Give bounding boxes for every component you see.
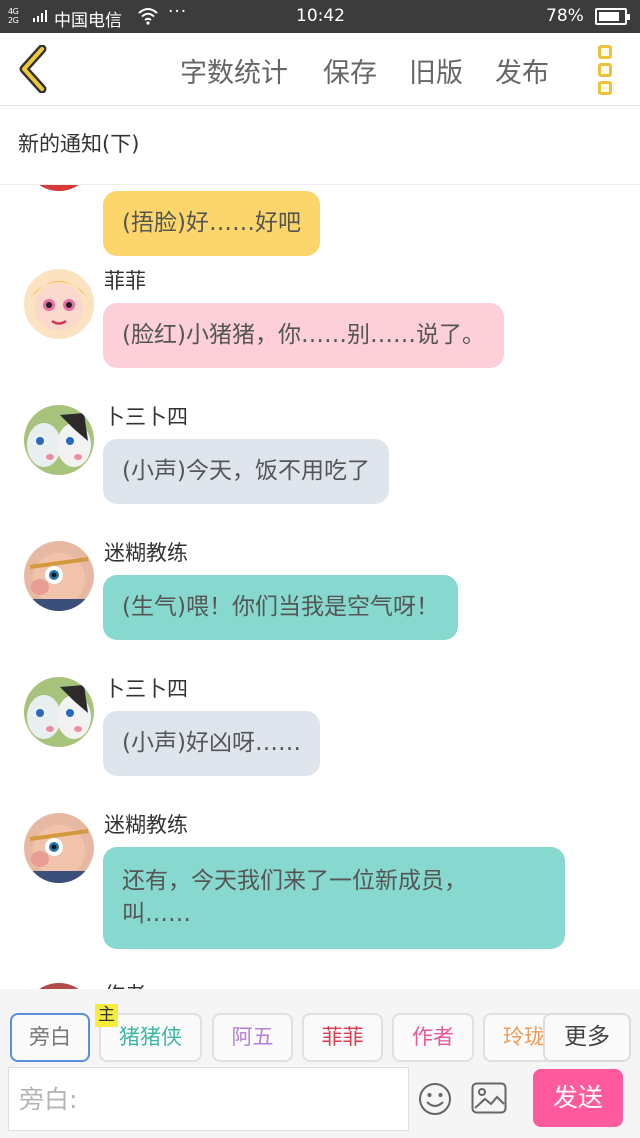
speaker-name: 卜三卜四 [104,677,188,701]
top-toolbar: 字数统计 保存 旧版 发布 [0,33,640,106]
role-awu[interactable]: 阿五 [212,1013,293,1062]
role-label: 菲菲 [321,1025,364,1049]
avatar-busanbusi[interactable] [24,677,94,747]
speaker-name: 卜三卜四 [104,405,188,429]
speaker-name: 作者 [104,979,146,989]
chat-list[interactable]: (捂脸)好……好吧 菲菲 (脸红)小猪猪，你……别……说了。 卜三卜四 (小声)… [0,185,640,989]
avatar-mihu-coach[interactable] [24,541,94,611]
message-bubble[interactable]: (小声)今天，饭不用吃了 [103,439,389,504]
speaker-name: 菲菲 [104,269,146,293]
speaker-name: 迷糊教练 [104,813,188,837]
avatar-mihu-coach[interactable] [24,813,94,883]
status-time: 10:42 [296,6,345,26]
more-status-dots: ··· [168,2,188,22]
main-character-badge: 主 [95,1004,118,1027]
save-button[interactable]: 保存 [323,51,377,90]
wifi-icon [138,8,158,25]
message-bubble[interactable]: (脸红)小猪猪，你……别……说了。 [103,303,504,368]
role-selector: 旁白 猪猪侠 主 阿五 菲菲 作者 玲珑 更多 [0,989,640,1063]
role-label: 阿五 [231,1025,274,1049]
role-label: 旁白 [29,1025,71,1049]
message-input[interactable] [8,1067,409,1131]
role-author[interactable]: 作者 [392,1013,474,1062]
send-button[interactable]: 发送 [533,1069,623,1127]
role-feifei[interactable]: 菲菲 [302,1013,383,1062]
role-narrator[interactable]: 旁白 [10,1013,90,1062]
chevron-left-icon[interactable] [14,45,54,93]
more-roles-button[interactable]: 更多 [543,1013,631,1062]
role-label: 作者 [412,1025,454,1049]
carrier-name: 中国电信 [54,11,122,31]
status-bar: 4G 2G 中国电信 ··· 10:42 78% [0,0,640,33]
message-bubble[interactable]: (捂脸)好……好吧 [103,191,320,256]
input-bar: 发送 [0,1063,640,1138]
vertical-menu-icon[interactable] [596,43,616,95]
emoji-smile-icon[interactable] [418,1082,452,1116]
word-count-button[interactable]: 字数统计 [180,51,288,90]
role-label: 猪猪侠 [119,1025,182,1049]
image-picture-icon[interactable] [471,1082,507,1114]
chapter-title: 新的通知(下) [18,132,140,156]
message-bubble[interactable]: 还有，今天我们来了一位新成员， 叫…… [103,847,565,949]
old-version-button[interactable]: 旧版 [409,51,463,90]
avatar-zhuzhuxia[interactable] [24,185,94,191]
battery-icon [595,8,630,25]
avatar-busanbusi[interactable] [24,405,94,475]
signal-icon [33,10,49,22]
speaker-name: 迷糊教练 [104,541,188,565]
network-type: 4G 2G [8,7,19,25]
role-label: 玲珑 [503,1025,545,1049]
message-bubble[interactable]: (小声)好凶呀…… [103,711,320,776]
publish-button[interactable]: 发布 [495,51,549,90]
battery-percent: 78% [546,6,584,26]
message-bubble[interactable]: (生气)喂！你们当我是空气呀！ [103,575,458,640]
avatar-feifei[interactable] [24,269,94,339]
